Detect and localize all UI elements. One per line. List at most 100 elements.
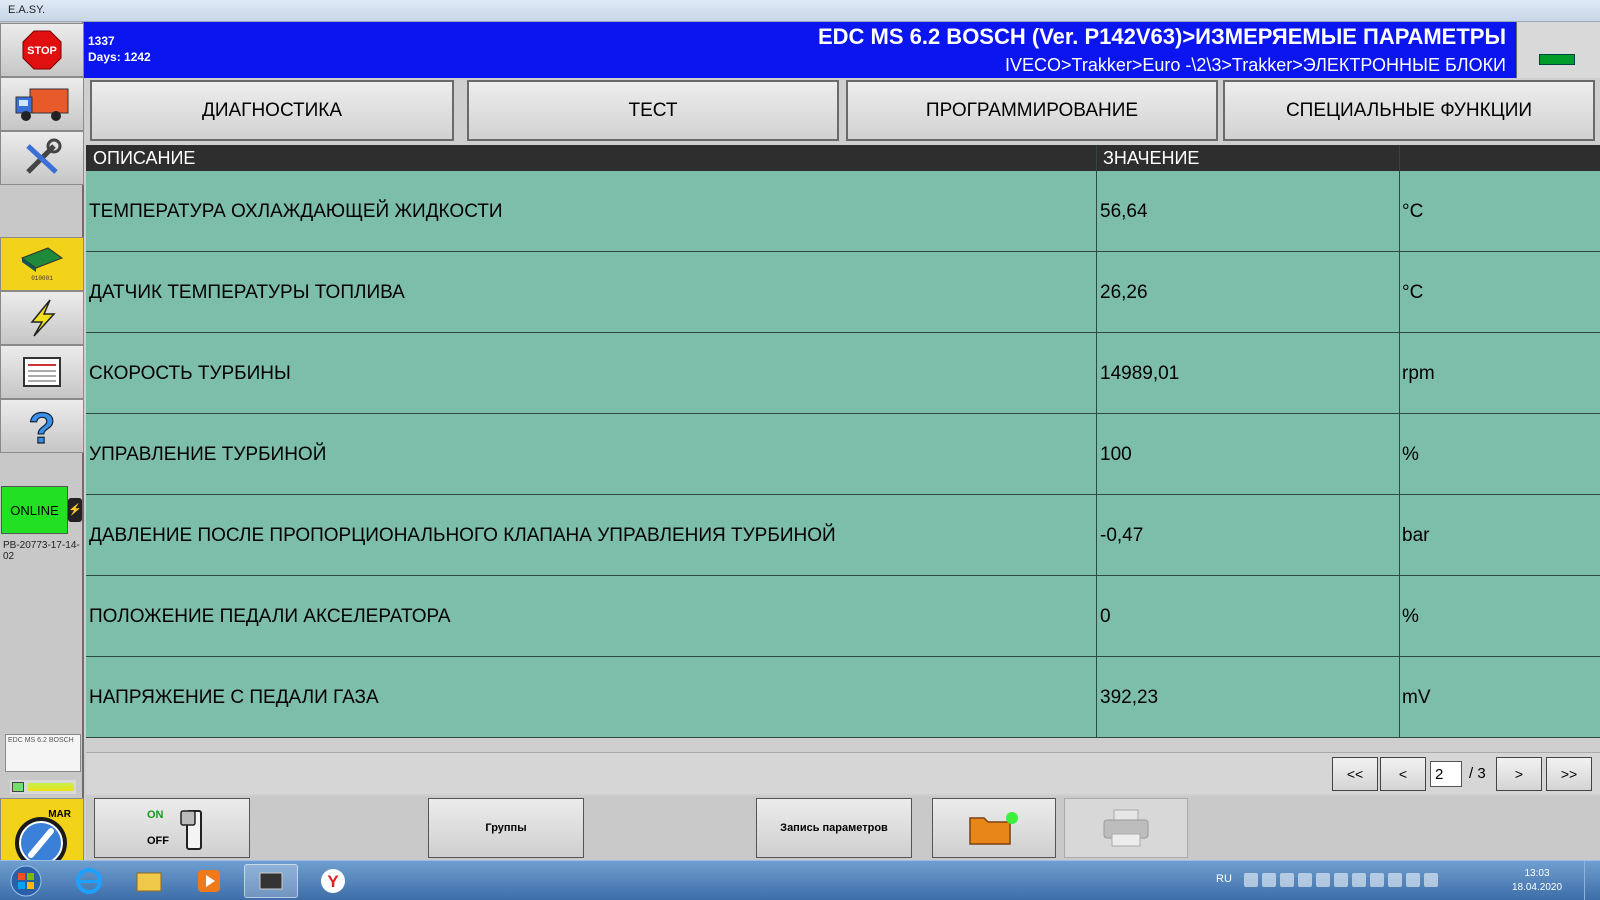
report-icon <box>23 357 61 387</box>
usb-icon: ⚡ <box>68 498 82 522</box>
row-unit: % <box>1402 606 1419 627</box>
row-description: ДАТЧИК ТЕМПЕРАТУРЫ ТОПЛИВА <box>89 282 405 303</box>
row-value: 392,23 <box>1100 687 1159 708</box>
row-description: СКОРОСТЬ ТУРБИНЫ <box>89 363 291 384</box>
first-page-button[interactable]: << <box>1332 757 1378 791</box>
on-label: ON <box>147 809 164 821</box>
electrical-button[interactable] <box>0 291 84 345</box>
row-value: 14989,01 <box>1100 363 1180 384</box>
tab-special-functions[interactable]: СПЕЦИАЛЬНЫЕ ФУНКЦИИ <box>1223 80 1595 141</box>
tab-programming[interactable]: ПРОГРАММИРОВАНИЕ <box>846 80 1218 141</box>
parameters-table: ОПИСАНИЕ ЗНАЧЕНИЕ ТЕМПЕРАТУРА ОХЛАЖДАЮЩЕ… <box>86 145 1600 738</box>
media-player-icon <box>198 870 220 892</box>
network-icon <box>1406 873 1420 887</box>
connection-status-box <box>1516 22 1600 78</box>
open-folder-button[interactable] <box>932 798 1056 858</box>
battery-icon <box>1388 873 1402 887</box>
taskbar-media-player[interactable] <box>182 864 236 898</box>
column-divider <box>1096 145 1097 738</box>
row-description: УПРАВЛЕНИЕ ТУРБИНОЙ <box>89 444 327 465</box>
stop-button[interactable]: STOP <box>0 23 84 77</box>
windows-taskbar: Y RU 13:03 18.04.2020 <box>0 860 1600 900</box>
tray-icon <box>1316 873 1330 887</box>
language-indicator[interactable]: RU <box>1216 873 1232 885</box>
show-desktop-button[interactable] <box>1584 861 1600 900</box>
start-button[interactable] <box>0 864 52 898</box>
next-page-button[interactable]: > <box>1496 757 1542 791</box>
folder-icon <box>969 812 1018 845</box>
table-row[interactable]: ТЕМПЕРАТУРА ОХЛАЖДАЮЩЕЙ ЖИДКОСТИ 56,64 °… <box>86 171 1600 252</box>
tools-button[interactable] <box>0 131 84 185</box>
taskbar-clock[interactable]: 13:03 18.04.2020 <box>1502 867 1572 895</box>
tray-icon <box>1262 873 1276 887</box>
yandex-browser-icon: Y <box>321 869 345 893</box>
print-button[interactable] <box>1064 798 1188 858</box>
vehicle-button[interactable] <box>0 77 84 131</box>
column-description: ОПИСАНИЕ <box>93 148 196 168</box>
row-unit: rpm <box>1402 363 1435 384</box>
taskbar-file-explorer[interactable] <box>122 864 176 898</box>
truck-icon <box>15 88 69 121</box>
column-divider <box>1399 145 1400 738</box>
last-page-button[interactable]: >> <box>1546 757 1592 791</box>
help-icon: ? <box>28 403 56 449</box>
session-counter: 1337 Days: 1242 <box>88 33 151 65</box>
taskbar-internet-explorer[interactable] <box>62 864 116 898</box>
column-value: ЗНАЧЕНИЕ <box>1103 148 1200 168</box>
online-status-badge: ONLINE <box>1 486 68 534</box>
clock-time: 13:03 <box>1524 868 1550 879</box>
row-unit: °C <box>1402 201 1424 222</box>
page-number-input[interactable] <box>1430 761 1462 787</box>
pagination-bar: << < / 3 > >> <box>86 752 1600 794</box>
volume-icon <box>1424 873 1438 887</box>
window-titlebar: E.A.SY. <box>0 0 1600 22</box>
ecu-board-icon: 010001 <box>20 247 64 282</box>
table-row[interactable]: УПРАВЛЕНИЕ ТУРБИНОЙ 100 % <box>86 414 1600 495</box>
off-label: OFF <box>147 835 169 847</box>
groups-button[interactable]: Группы <box>428 798 584 858</box>
tray-icon <box>1352 873 1366 887</box>
table-row[interactable]: ДАВЛЕНИЕ ПОСЛЕ ПРОПОРЦИОНАЛЬНОГО КЛАПАНА… <box>86 495 1600 576</box>
row-unit: mV <box>1402 687 1431 708</box>
tab-test[interactable]: ТЕСТ <box>467 80 839 141</box>
stop-icon: STOP <box>22 30 62 70</box>
table-row[interactable]: НАПРЯЖЕНИЕ С ПЕДАЛИ ГАЗА 392,23 mV <box>86 657 1600 738</box>
stop-label: STOP <box>27 45 57 57</box>
lightning-icon <box>30 299 56 337</box>
table-row[interactable]: СКОРОСТЬ ТУРБИНЫ 14989,01 rpm <box>86 333 1600 414</box>
tools-icon <box>26 138 62 174</box>
record-parameters-button[interactable]: Запись параметров <box>756 798 912 858</box>
help-button[interactable]: ? <box>0 399 84 453</box>
table-row[interactable]: ДАТЧИК ТЕМПЕРАТУРЫ ТОПЛИВА 26,26 °C <box>86 252 1600 333</box>
file-explorer-icon <box>136 872 162 892</box>
printer-icon <box>1103 809 1149 847</box>
svg-text:010001: 010001 <box>31 275 53 282</box>
left-toolbar: STOP 010001 ? ONLINE ⚡ PB-20773-17-14-02… <box>0 22 84 882</box>
header-bar: 1337 Days: 1242 EDC MS 6.2 BOSCH (Ver. P… <box>84 22 1516 78</box>
row-value: -0,47 <box>1100 525 1144 546</box>
prev-page-button[interactable]: < <box>1380 757 1426 791</box>
row-description: ТЕМПЕРАТУРА ОХЛАЖДАЮЩЕЙ ЖИДКОСТИ <box>89 201 503 222</box>
row-description: ПОЛОЖЕНИЕ ПЕДАЛИ АКСЕЛЕРАТОРА <box>89 606 451 627</box>
ecu-button[interactable]: 010001 <box>0 237 84 291</box>
row-unit: bar <box>1402 525 1430 546</box>
tab-diagnostics[interactable]: ДИАГНОСТИКА <box>90 80 454 141</box>
table-header: ОПИСАНИЕ ЗНАЧЕНИЕ <box>86 145 1600 171</box>
table-row[interactable]: ПОЛОЖЕНИЕ ПЕДАЛИ АКСЕЛЕРАТОРА 0 % <box>86 576 1600 657</box>
bluetooth-icon <box>1298 873 1312 887</box>
row-value: 56,64 <box>1100 201 1148 222</box>
row-value: 0 <box>1100 606 1111 627</box>
taskbar-yandex-browser[interactable]: Y <box>306 864 360 898</box>
breadcrumb: IVECO>Trakker>Euro -\2\3>Trakker>ЭЛЕКТРО… <box>1004 55 1506 75</box>
days-value: Days: 1242 <box>88 50 151 64</box>
system-tray[interactable] <box>1244 873 1494 891</box>
easy-diagnostic-icon <box>259 872 283 890</box>
windows-start-icon <box>10 865 42 897</box>
report-button[interactable] <box>0 345 84 399</box>
ecu-signal-bar <box>10 780 76 794</box>
page-total: / 3 <box>1469 765 1486 782</box>
taskbar-easy-diagnostic[interactable] <box>244 864 298 898</box>
status-led-icon <box>1539 54 1575 65</box>
internet-explorer-icon <box>76 868 102 894</box>
on-off-toggle-button[interactable]: ON OFF <box>94 798 250 858</box>
